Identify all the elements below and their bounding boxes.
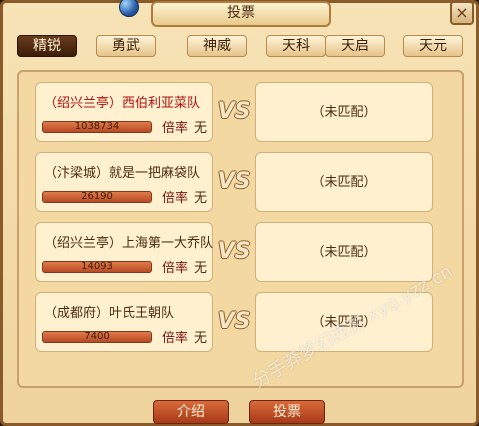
match-row: （汴梁城）就是一把麻袋队 26190 倍率 无 VS （未匹配） (35, 152, 451, 212)
team-name: （汴梁城）就是一把麻袋队 (44, 166, 201, 181)
intro-button[interactable]: 介绍 (153, 400, 229, 424)
vote-window: 投票 × 精锐 勇武 神威 天科 天启 天元 （绍兴兰亭）西伯利亚菜队 1038… (0, 0, 479, 426)
vs-icon: VS (217, 99, 251, 124)
tab-label: 天科 (282, 38, 310, 54)
opponent-card[interactable]: （未匹配） (255, 82, 433, 142)
rate-label: 倍率 (162, 261, 189, 276)
tab-label: 勇武 (112, 38, 140, 54)
vote-progress-bar: 14093 (42, 261, 152, 273)
opponent-status: （未匹配） (311, 175, 377, 190)
tab-label: 神威 (203, 38, 231, 54)
tab-tianke[interactable]: 天科 (266, 35, 326, 57)
tab-tianqi[interactable]: 天启 (325, 35, 385, 57)
vs-icon: VS (217, 309, 251, 334)
rate-value: 无 (194, 331, 208, 346)
tab-tianyuan[interactable]: 天元 (403, 35, 463, 57)
team-card[interactable]: （绍兴兰亭）西伯利亚菜队 1038734 倍率 无 (35, 82, 213, 142)
tab-label: 精锐 (33, 38, 61, 54)
close-button[interactable]: × (450, 1, 474, 25)
opponent-status: （未匹配） (311, 245, 377, 260)
vs-icon: VS (217, 239, 251, 264)
vote-progress-bar: 1038734 (42, 121, 152, 133)
vote-progress-bar: 7400 (42, 331, 152, 343)
window-title: 投票 (151, 1, 331, 27)
vote-count: 1038734 (74, 121, 120, 132)
opponent-card[interactable]: （未匹配） (255, 152, 433, 212)
tier-tabs: 精锐 勇武 神威 天科 天启 天元 (17, 35, 468, 57)
team-name: （绍兴兰亭）西伯利亚菜队 (44, 96, 201, 111)
vote-progress-bar: 26190 (42, 191, 152, 203)
vote-count: 7400 (84, 331, 110, 342)
rate-value: 无 (194, 121, 208, 136)
rate-value: 无 (194, 191, 208, 206)
match-row: （绍兴兰亭）西伯利亚菜队 1038734 倍率 无 VS （未匹配） (35, 82, 451, 142)
tab-jingrui[interactable]: 精锐 (17, 35, 77, 57)
close-icon: × (455, 3, 469, 22)
rate-label: 倍率 (162, 191, 189, 206)
rate-label: 倍率 (162, 331, 189, 346)
match-row: （绍兴兰亭）上海第一大乔队 14093 倍率 无 VS （未匹配） (35, 222, 451, 282)
team-name: （成都府）叶氏王朝队 (44, 306, 175, 321)
rate-value: 无 (194, 261, 208, 276)
vote-button[interactable]: 投票 (249, 400, 325, 424)
opponent-card[interactable]: （未匹配） (255, 222, 433, 282)
vs-icon: VS (217, 169, 251, 194)
vote-count: 26190 (81, 191, 113, 202)
vote-button-label: 投票 (273, 404, 301, 420)
opponent-status: （未匹配） (311, 105, 377, 120)
team-name: （绍兴兰亭）上海第一大乔队 (44, 236, 214, 251)
vote-count: 14093 (81, 261, 113, 272)
team-card[interactable]: （成都府）叶氏王朝队 7400 倍率 无 (35, 292, 213, 352)
orb-icon (119, 0, 139, 17)
rate-label: 倍率 (162, 121, 189, 136)
tab-label: 天元 (419, 38, 447, 54)
tab-label: 天启 (341, 38, 369, 54)
tab-shenwei[interactable]: 神威 (187, 35, 247, 57)
tab-yongwu[interactable]: 勇武 (96, 35, 156, 57)
team-card[interactable]: （汴梁城）就是一把麻袋队 26190 倍率 无 (35, 152, 213, 212)
intro-button-label: 介绍 (177, 404, 205, 420)
window-title-text: 投票 (227, 5, 255, 21)
team-card[interactable]: （绍兴兰亭）上海第一大乔队 14093 倍率 无 (35, 222, 213, 282)
match-list-panel: （绍兴兰亭）西伯利亚菜队 1038734 倍率 无 VS （未匹配） （汴梁城）… (17, 70, 464, 392)
